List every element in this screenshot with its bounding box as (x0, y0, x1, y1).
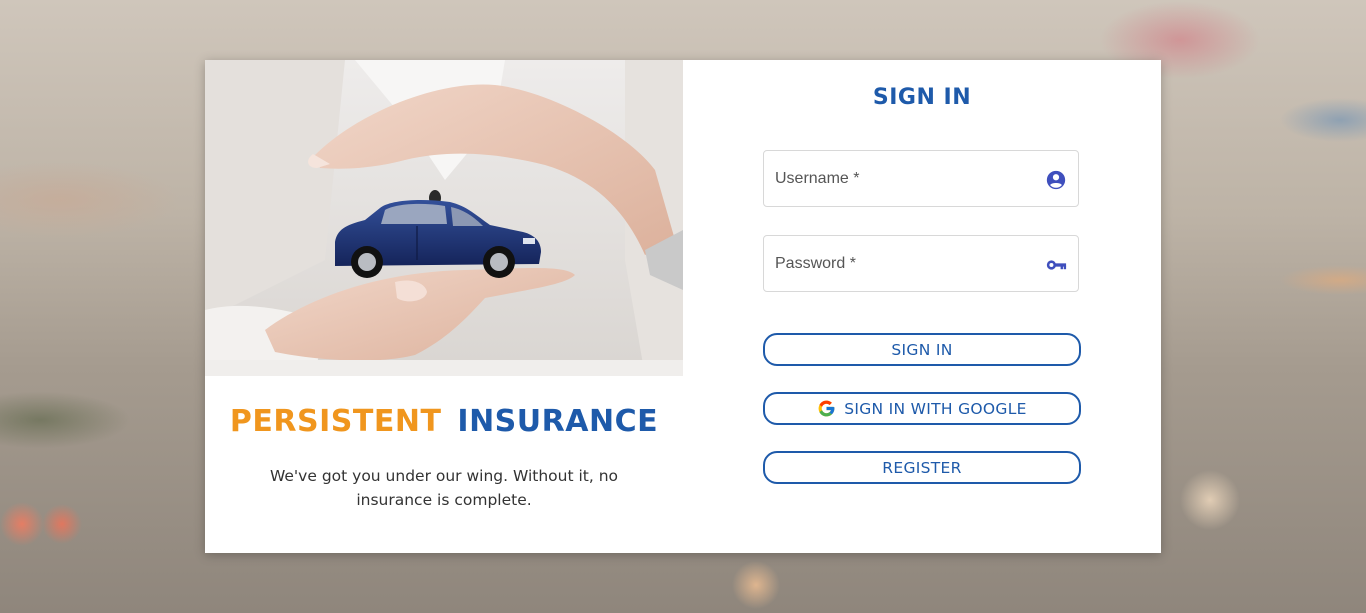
register-button[interactable]: REGISTER (763, 451, 1081, 484)
hands-protecting-car-image (205, 60, 683, 376)
google-g-icon (817, 399, 836, 418)
sign-in-button-label: SIGN IN (891, 340, 953, 359)
brand-tagline: We've got you under our wing. Without it… (269, 467, 619, 509)
sign-in-with-google-button[interactable]: SIGN IN WITH GOOGLE (763, 392, 1081, 425)
username-field[interactable] (763, 150, 1079, 207)
sign-in-with-google-label: SIGN IN WITH GOOGLE (844, 399, 1027, 418)
account-circle-icon (1045, 169, 1067, 191)
register-button-label: REGISTER (882, 458, 962, 477)
key-icon (1045, 254, 1067, 276)
password-field[interactable] (763, 235, 1079, 292)
sign-in-heading: SIGN IN (872, 85, 972, 110)
sign-in-button[interactable]: SIGN IN (763, 333, 1081, 366)
brand-word-insurance: INSURANCE (457, 404, 659, 439)
brand-word-persistent: PERSISTENT (229, 404, 442, 439)
password-input[interactable] (775, 236, 1035, 291)
brand-title: PERSISTENT INSURANCE (205, 404, 683, 439)
login-card: PERSISTENT INSURANCE We've got you under … (205, 60, 1161, 553)
username-input[interactable] (775, 151, 1035, 206)
